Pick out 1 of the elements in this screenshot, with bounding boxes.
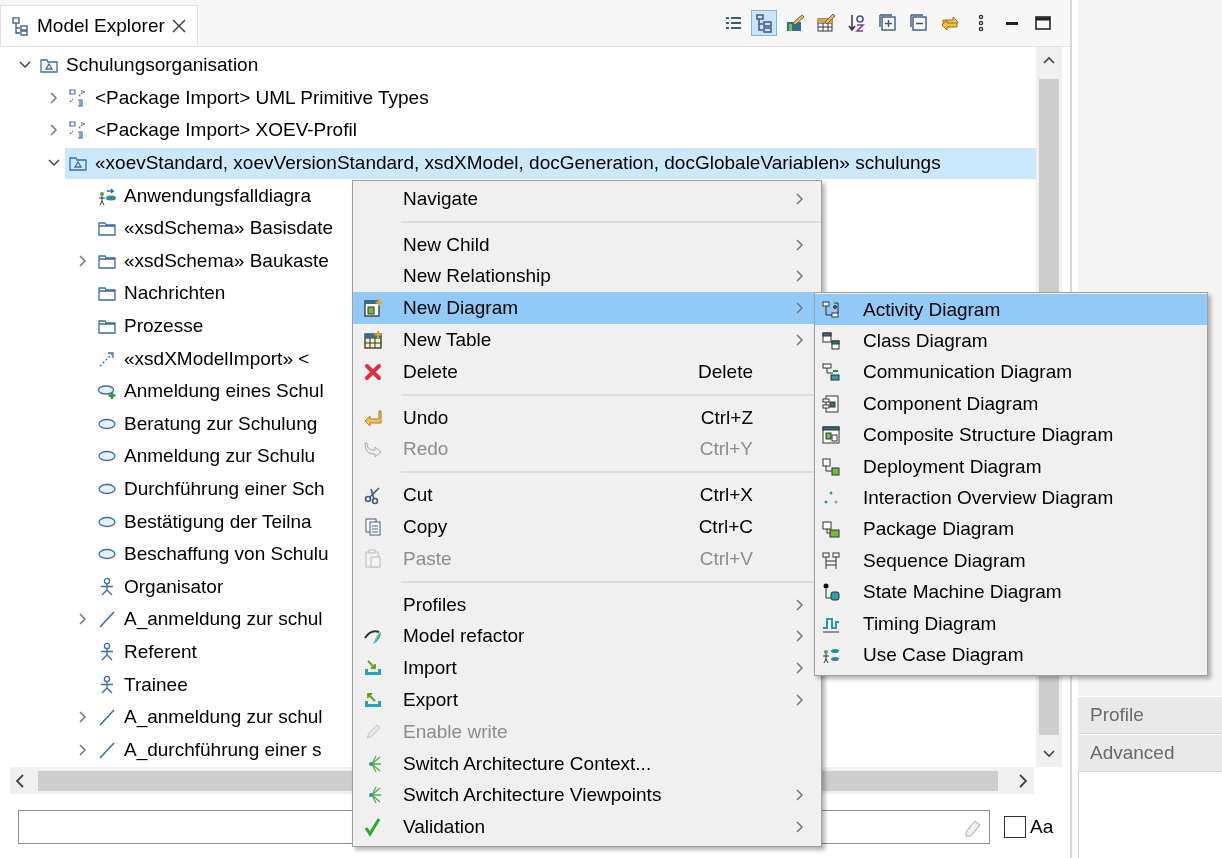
match-case-label: Aa: [1030, 816, 1054, 838]
